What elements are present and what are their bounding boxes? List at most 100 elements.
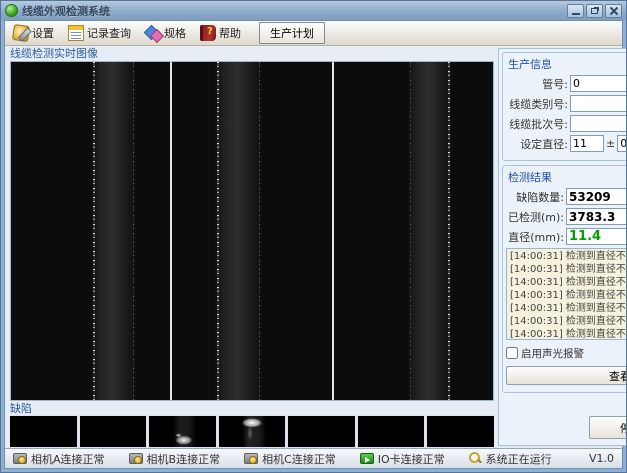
toolbar-record-query[interactable]: 记录查询 <box>66 24 133 42</box>
magnifier-icon <box>469 452 482 465</box>
toolbar-settings[interactable]: 设置 <box>11 24 56 42</box>
defect-count-label: 缺陷数量: <box>506 189 564 205</box>
tolerance-input[interactable] <box>617 135 627 152</box>
cable-batch-select[interactable] <box>570 115 627 132</box>
toolbar-settings-label: 设置 <box>32 25 54 41</box>
toolbar-help-label: 帮助 <box>219 25 241 41</box>
minimize-icon <box>572 13 580 15</box>
restore-button[interactable] <box>586 4 603 18</box>
defect-thumbnail[interactable] <box>427 416 494 447</box>
status-camera-c-label: 相机C连接正常 <box>262 451 336 467</box>
detection-results-title: 检测结果 <box>508 169 627 185</box>
log-entry: [14:00:31] 检测到直径不合格 <box>510 315 627 328</box>
plus-minus-sign: ± <box>606 137 615 150</box>
content: 线缆检测实时图像 <box>5 46 622 448</box>
defect-thumbnail[interactable] <box>80 416 147 447</box>
title-bar: 线缆外观检测系统 <box>1 1 626 20</box>
io-card-icon <box>360 453 374 464</box>
detection-log-list[interactable]: [14:00:31] 检测到直径不合格 [14:00:31] 检测到直径不合格 … <box>507 249 627 339</box>
main-frame: 设置 记录查询 规格 ? 帮助 生产计划 线缆检测实时图像 <box>4 20 623 469</box>
measured-length-label: 已检测(m): <box>506 209 564 225</box>
close-icon <box>609 6 619 16</box>
alarm-row: 启用声光报警 报警复位 <box>506 344 627 362</box>
production-info-title: 生产信息 <box>508 56 627 72</box>
camera-icon <box>129 453 143 464</box>
settings-icon <box>12 24 30 42</box>
log-entry: [14:00:31] 检测到直径不合格 <box>510 276 627 289</box>
camera-panel-b <box>172 62 331 400</box>
status-system-running-label: 系统正在运行 <box>486 451 552 467</box>
status-io-card-label: IO卡连接正常 <box>378 451 445 467</box>
toolbar-record-query-label: 记录查询 <box>87 25 131 41</box>
version-label: V1.0 <box>589 452 614 465</box>
wire-edge <box>217 62 219 400</box>
defect-thumbnail[interactable] <box>288 416 355 447</box>
production-plan-button[interactable]: 生产计划 <box>259 22 325 44</box>
minimize-button[interactable] <box>567 4 584 18</box>
status-io-card: IO卡连接正常 <box>360 451 445 467</box>
status-system-running: 系统正在运行 <box>469 451 552 467</box>
stop-detection-button[interactable]: 停止检测 <box>589 416 627 439</box>
defect-thumbnail-strip <box>10 415 494 448</box>
live-image-column: 线缆检测实时图像 <box>5 46 494 448</box>
record-query-icon <box>68 25 84 41</box>
live-image-area <box>10 61 494 401</box>
status-camera-a: 相机A连接正常 <box>13 451 105 467</box>
wire-edge <box>93 62 95 400</box>
camera-icon <box>13 453 27 464</box>
app-icon <box>5 4 18 17</box>
window-title: 线缆外观检测系统 <box>22 3 563 19</box>
camera-icon <box>244 453 258 464</box>
defect-strip-label: 缺陷 <box>10 402 494 415</box>
log-entry: [14:00:31] 检测到直径不合格 <box>510 263 627 276</box>
wire-edge <box>410 62 411 400</box>
log-entry: [14:00:31] 检测到直径不合格 <box>510 328 627 339</box>
detection-results-group: 检测结果 缺陷数量: 清零 已检测(m): 清零 直径(mm): <box>502 165 627 393</box>
live-image-label: 线缆检测实时图像 <box>10 47 494 61</box>
status-camera-b-label: 相机B连接正常 <box>147 451 221 467</box>
defect-thumbnail[interactable] <box>219 416 286 447</box>
camera-panel-a <box>11 62 170 400</box>
tube-number-input[interactable] <box>570 75 627 92</box>
wire-band <box>91 62 137 400</box>
app-window: 线缆外观检测系统 设置 记录查询 规格 ? 帮助 <box>0 0 627 473</box>
toolbar-help[interactable]: ? 帮助 <box>198 24 243 42</box>
log-entry: [14:00:31] 检测到直径不合格 <box>510 302 627 315</box>
wire-edge <box>133 62 134 400</box>
defect-thumbnail[interactable] <box>149 416 216 447</box>
spec-icon <box>145 25 161 41</box>
status-camera-b: 相机B连接正常 <box>129 451 221 467</box>
status-bar: 相机A连接正常 相机B连接正常 相机C连接正常 IO卡连接正常 系统正在运行 V… <box>5 448 622 468</box>
defect-thumbnail[interactable] <box>358 416 425 447</box>
toolbar-spec-label: 规格 <box>164 25 186 41</box>
cable-category-select[interactable] <box>570 95 627 112</box>
restore-icon <box>591 8 598 14</box>
wire-band <box>407 62 453 400</box>
wire-band <box>214 62 263 400</box>
status-camera-a-label: 相机A连接正常 <box>31 451 105 467</box>
defect-thumbnail[interactable] <box>10 416 77 447</box>
production-info-group: 生产信息 管号: 线缆类别号: 线缆批次号: <box>502 52 627 161</box>
sidebar: 生产信息 管号: 线缆类别号: 线缆批次号: <box>498 48 627 446</box>
view-all-defects-button[interactable]: 查看所有缺陷 <box>506 366 627 385</box>
sound-light-alarm-checkbox[interactable] <box>506 347 518 359</box>
defect-count-value <box>566 188 627 205</box>
wire-edge <box>448 62 450 400</box>
sound-light-alarm-label: 启用声光报警 <box>521 346 627 361</box>
cable-category-label: 线缆类别号: <box>506 96 568 112</box>
close-button[interactable] <box>605 4 622 18</box>
set-diameter-label: 设定直径: <box>506 136 568 152</box>
toolbar: 设置 记录查询 规格 ? 帮助 生产计划 <box>5 21 622 46</box>
diameter-value <box>566 228 627 245</box>
help-icon: ? <box>200 25 216 41</box>
log-entry: [14:00:31] 检测到直径不合格 <box>510 250 627 263</box>
set-diameter-input[interactable] <box>570 135 604 152</box>
tube-number-label: 管号: <box>506 76 568 92</box>
cable-batch-label: 线缆批次号: <box>506 116 568 132</box>
camera-panel-c <box>334 62 493 400</box>
window-controls <box>567 4 622 18</box>
log-entry: [14:00:31] 检测到直径不合格 <box>510 289 627 302</box>
diameter-label: 直径(mm): <box>506 229 564 245</box>
measured-length-value <box>566 208 627 225</box>
toolbar-spec[interactable]: 规格 <box>143 24 188 42</box>
